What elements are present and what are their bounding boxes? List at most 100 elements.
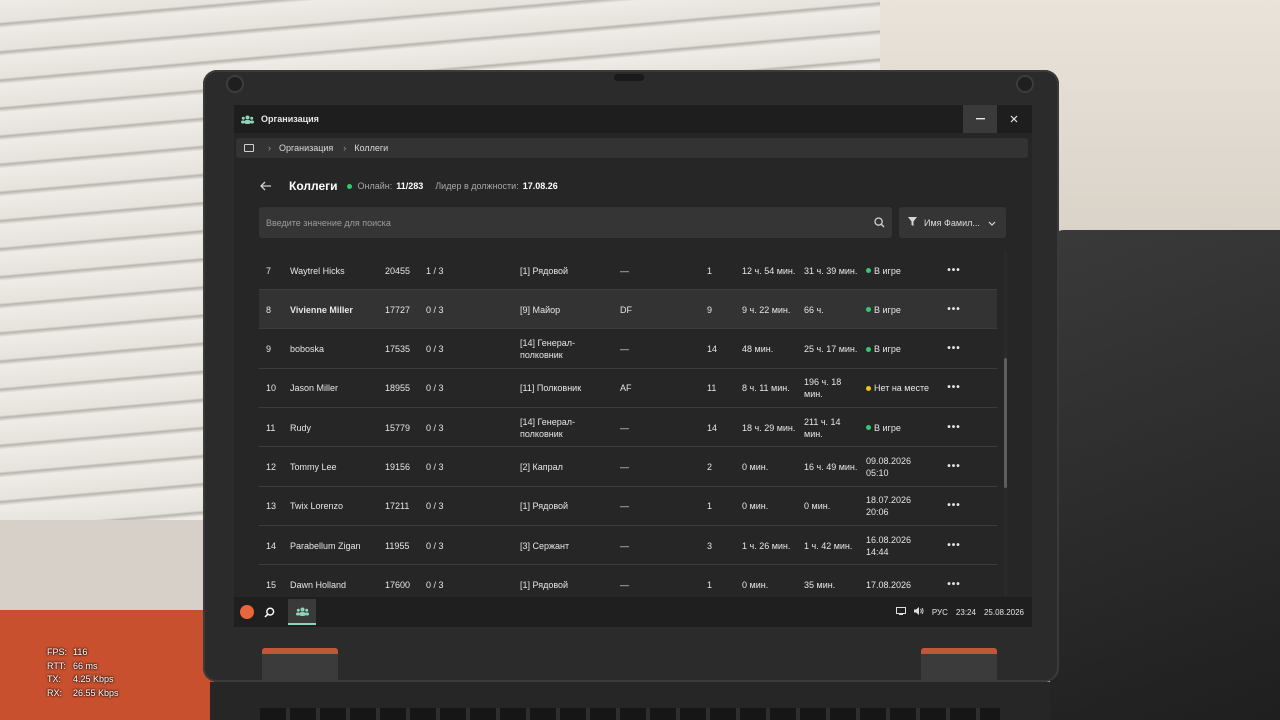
status-text: В игре	[874, 304, 901, 315]
warnings: 1 / 3	[426, 265, 444, 276]
taskbar-search-icon[interactable]	[264, 606, 276, 618]
bezel-screw	[226, 75, 244, 93]
time-total: 1 ч. 42 мин.	[804, 540, 853, 551]
member-name: Jason Miller	[290, 383, 339, 394]
chevron-right-icon: ›	[268, 143, 271, 153]
member-id: 20455	[385, 265, 411, 276]
member-id: 18955	[385, 383, 411, 394]
status-text: 18.07.2026 20:06	[866, 495, 912, 518]
level: 11	[707, 383, 717, 394]
status-text: 17.08.2026	[866, 579, 912, 590]
level: 1	[707, 265, 713, 276]
member-id: 17211	[385, 501, 410, 512]
status-dot-icon	[866, 346, 871, 352]
time-total: 16 ч. 49 мин.	[804, 462, 858, 472]
more-options-icon[interactable]: •••	[946, 526, 962, 565]
back-arrow-icon[interactable]	[260, 178, 278, 194]
status-dot-icon	[866, 268, 871, 273]
stat-value: 66 ms	[73, 660, 98, 671]
status-dot-icon	[866, 385, 871, 391]
status-text: 16.08.2026 14:44	[866, 534, 912, 557]
status-dot-icon	[866, 425, 871, 431]
search-box	[259, 207, 892, 238]
breadcrumb-item-organization[interactable]: Организация	[279, 143, 333, 153]
more-options-icon[interactable]: •••	[946, 290, 962, 329]
time-total: 31 ч. 39 мин.	[804, 265, 858, 276]
start-logo-icon[interactable]	[240, 605, 254, 619]
laptop-keyboard	[210, 682, 1050, 720]
taskbar: РУС 23:24 25.08.2026	[234, 597, 1032, 627]
page-title: Коллеги	[289, 179, 338, 193]
breadcrumb-item-colleagues: Коллеги	[354, 143, 389, 153]
member-id: 19156	[385, 462, 411, 472]
table-row[interactable]: 15 Dawn Holland 17600 0 / 3 [1] Рядовой — 1 0 м…	[259, 565, 997, 595]
row-number: 10	[266, 383, 277, 394]
sort-dropdown[interactable]: Имя Фамил...	[899, 207, 1006, 238]
table-row[interactable]: 8 Vivienne Miller 17727 0 / 3 [9] Майор DF 9 9 …	[259, 290, 997, 330]
level: 9	[707, 304, 713, 315]
member-name: Waytrel Hicks	[290, 265, 345, 276]
stat-row: TX: 4.25 Kbps	[47, 673, 119, 687]
more-options-icon[interactable]: •••	[946, 448, 962, 487]
member-name: Vivienne Miller	[290, 304, 353, 315]
member-name: Rudy	[290, 422, 312, 433]
status: 18.07.2026 20:06	[866, 487, 932, 526]
more-options-icon[interactable]: •••	[946, 408, 962, 447]
webcam	[614, 74, 644, 81]
table-row[interactable]: 11 Rudy 15779 0 / 3 [14] Генерал-полковник — 1…	[259, 408, 997, 448]
warnings: 0 / 3	[426, 344, 444, 355]
status-text: В игре	[874, 422, 901, 433]
warnings: 0 / 3	[426, 422, 444, 433]
status-dot-icon	[866, 307, 871, 313]
table-row[interactable]: 13 Twix Lorenzo 17211 0 / 3 [1] Рядовой — 1 0 м…	[259, 487, 997, 526]
more-options-icon[interactable]: •••	[946, 330, 962, 369]
member-name: Twix Lorenzo	[290, 501, 344, 512]
time-total: 25 ч. 17 мин.	[804, 344, 858, 355]
table-row[interactable]: 12 Tommy Lee 19156 0 / 3 [2] Капрал — 2 0 мин. 1…	[259, 448, 997, 487]
network-icon[interactable]	[895, 607, 906, 617]
stat-value: 26.55 Kbps	[73, 687, 119, 698]
table-row[interactable]: 7 Waytrel Hicks 20455 1 / 3 [1] Рядовой — 1 12 …	[259, 251, 997, 290]
minimize-button[interactable]	[963, 105, 997, 133]
more-options-icon[interactable]: •••	[946, 565, 962, 595]
close-button[interactable]	[997, 105, 1031, 133]
rank: [3] Сержант	[520, 540, 570, 551]
scrollbar-thumb[interactable]	[1004, 358, 1007, 488]
table-row[interactable]: 9 boboska 17535 0 / 3 [14] Генерал-полковник…	[259, 330, 997, 369]
search-input[interactable]	[259, 207, 866, 238]
status-text: 09.08.2026 05:10	[866, 456, 912, 478]
system-tray: РУС 23:24 25.08.2026	[888, 597, 1024, 627]
status: В игре	[866, 251, 932, 290]
more-options-icon[interactable]: •••	[946, 487, 962, 526]
laptop-screen: Организация › Организация › Коллеги Колл…	[234, 105, 1032, 627]
more-options-icon[interactable]: •••	[946, 369, 962, 408]
more-options-icon[interactable]: •••	[946, 251, 962, 290]
stat-key: FPS:	[47, 647, 68, 657]
taskbar-app-organization[interactable]	[288, 599, 316, 625]
floor	[0, 520, 230, 610]
close-icon	[1010, 115, 1018, 123]
time-today: 48 мин.	[742, 344, 774, 355]
table-row[interactable]: 14 Parabellum Zigan 11955 0 / 3 [3] Сержант —…	[259, 526, 997, 566]
status-text: В игре	[874, 265, 901, 276]
leader-label: Лидер в должности:	[435, 181, 519, 191]
monitor-icon[interactable]	[244, 144, 254, 152]
stat-row: RTT: 66 ms	[47, 660, 119, 674]
level: 14	[707, 422, 718, 433]
rank: [11] Полковник	[520, 383, 582, 394]
group-icon	[241, 114, 255, 124]
page-header: Коллеги Онлайн: 11/283 Лидер в должности…	[260, 177, 558, 195]
office-chair	[1050, 230, 1280, 720]
status: 09.08.2026 05:10	[866, 448, 932, 487]
stat-key: RX:	[47, 687, 63, 698]
rank: [14] Генерал-полковник	[520, 416, 576, 439]
tag: —	[620, 462, 629, 472]
table-row[interactable]: 10 Jason Miller 18955 0 / 3 [11] Полковник AF…	[259, 369, 997, 408]
sort-label: Имя Фамил...	[924, 217, 980, 228]
tag: —	[620, 540, 629, 551]
volume-icon[interactable]	[913, 607, 924, 617]
rank: [1] Рядовой	[520, 579, 569, 590]
search-icon[interactable]	[866, 217, 892, 228]
warnings: 0 / 3	[426, 501, 444, 512]
language-indicator[interactable]: РУС	[932, 608, 948, 617]
